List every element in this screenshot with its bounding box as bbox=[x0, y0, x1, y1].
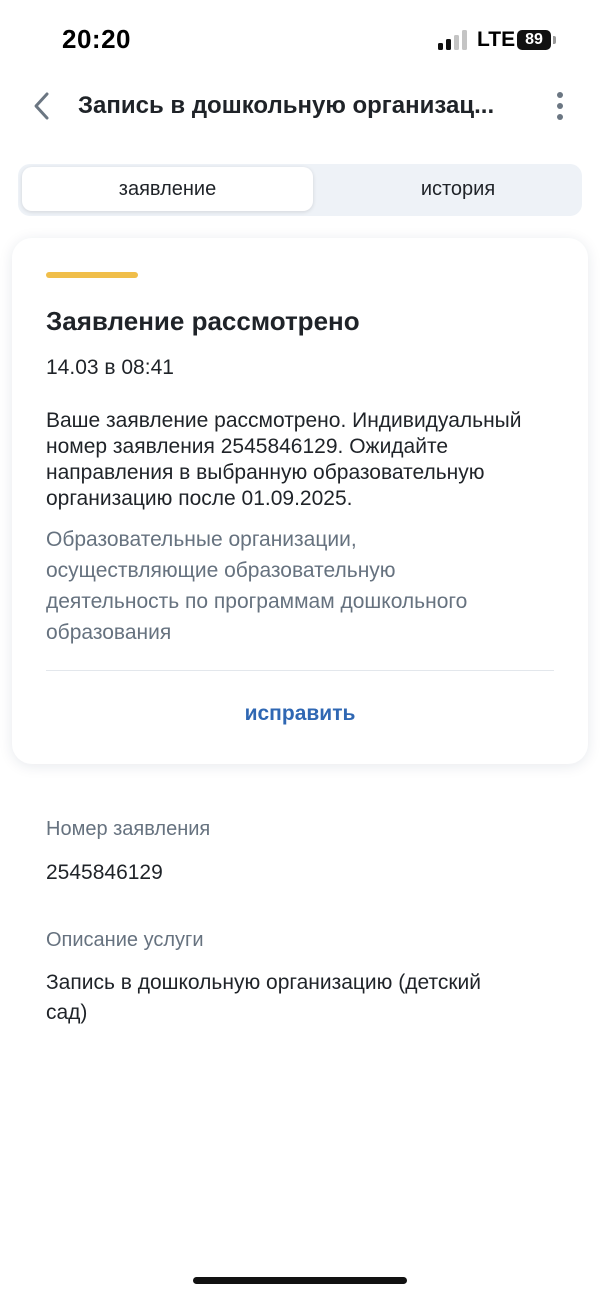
service-description-label: Описание услуги bbox=[46, 929, 204, 951]
application-number-value: 2545846129 bbox=[46, 861, 163, 884]
service-description-value: Запись в дошкольную организацию (детский… bbox=[46, 971, 482, 1024]
signal-bars-icon bbox=[438, 30, 467, 50]
edit-button[interactable]: исправить bbox=[12, 702, 588, 726]
tab-history[interactable]: история bbox=[316, 167, 600, 211]
card-divider bbox=[46, 670, 554, 671]
more-button[interactable] bbox=[546, 88, 574, 124]
back-button[interactable] bbox=[24, 88, 60, 124]
status-title: Заявление рассмотрено bbox=[46, 306, 360, 336]
status-message: Ваше заявление рассмотрено. Индивидуальн… bbox=[46, 409, 522, 510]
network-label: LTE bbox=[477, 28, 516, 51]
status-time: 20:20 bbox=[62, 24, 131, 54]
home-indicator bbox=[193, 1277, 407, 1284]
header: Запись в дошкольную организац... bbox=[0, 82, 600, 132]
page-title: Запись в дошкольную организац... bbox=[78, 92, 495, 119]
battery-tip bbox=[553, 36, 556, 44]
battery-indicator: 89 bbox=[517, 30, 551, 50]
tab-application[interactable]: заявление bbox=[22, 167, 313, 211]
more-vertical-icon bbox=[557, 92, 563, 120]
status-date: 14.03 в 08:41 bbox=[46, 356, 174, 379]
status-bar: 20:20 LTE 89 bbox=[0, 0, 600, 80]
status-stripe bbox=[46, 272, 138, 278]
chevron-left-icon bbox=[34, 92, 49, 120]
status-card: Заявление рассмотрено 14.03 в 08:41 Ваше… bbox=[12, 238, 588, 764]
application-number-label: Номер заявления bbox=[46, 818, 211, 840]
tabs: заявление история bbox=[18, 164, 582, 216]
organization-type: Образовательные организации, осуществляю… bbox=[46, 528, 468, 644]
